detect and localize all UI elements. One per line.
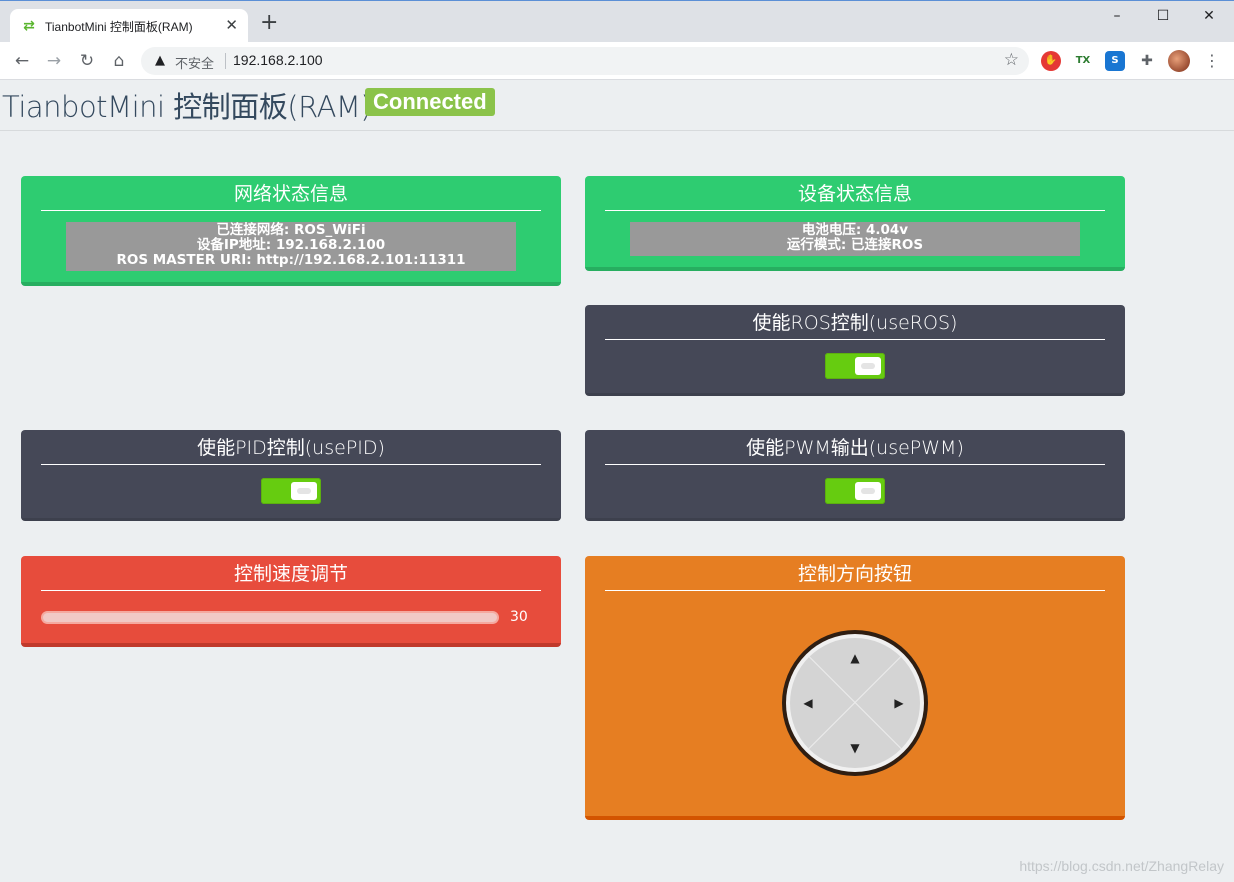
browser-toolbar: ← → ↻ ⌂ ▲ 不安全 192.168.2.100 ☆ ✋ TX S ✚ ⋮ — [0, 42, 1234, 80]
speed-slider[interactable] — [43, 613, 497, 622]
use-ros-panel: 使能ROS控制(useROS) — [585, 305, 1125, 396]
speed-control-panel: 控制速度调节 30 — [21, 556, 561, 647]
divider — [605, 590, 1105, 591]
browser-tab[interactable]: ⇄ TianbotMini 控制面板(RAM) ✕ — [10, 9, 248, 43]
device-info-box: 电池电压: 4.04v 运行模式: 已连接ROS — [630, 222, 1080, 256]
ros-master-uri-line: ROS MASTER URI: http://192.168.2.101:113… — [116, 252, 466, 268]
puzzle-extensions-icon[interactable]: ✚ — [1137, 51, 1157, 71]
run-mode-line: 运行模式: 已连接ROS — [786, 237, 924, 253]
speed-value: 30 — [510, 609, 528, 625]
direction-pad: ▲ ▼ ◀ ▶ — [782, 630, 928, 776]
minimize-button[interactable]: – — [1094, 1, 1140, 31]
toggle-knob — [855, 357, 881, 375]
reload-icon[interactable]: ↻ — [76, 50, 98, 72]
divider — [225, 53, 226, 69]
close-window-button[interactable]: ✕ — [1186, 1, 1232, 31]
panel-title: 设备状态信息 — [797, 183, 912, 205]
maximize-button[interactable]: ☐ — [1140, 1, 1186, 31]
use-pid-panel: 使能PID控制(usePID) — [21, 430, 561, 521]
address-bar[interactable]: ▲ 不安全 192.168.2.100 ☆ — [141, 47, 1029, 75]
up-arrow-button[interactable]: ▲ — [848, 652, 862, 664]
profile-avatar[interactable] — [1168, 50, 1190, 72]
divider — [41, 210, 541, 211]
new-tab-button[interactable]: + — [260, 12, 278, 34]
page-title: TianbotMini 控制面板(RAM) — [2, 90, 372, 124]
warning-icon[interactable]: ▲ — [151, 52, 169, 70]
network-name-line: 已连接网络: ROS_WiFi — [216, 222, 366, 238]
swap-arrows-icon: ⇄ — [23, 18, 35, 34]
panel-title: 控制速度调节 — [233, 563, 348, 585]
divider — [41, 464, 541, 465]
divider — [605, 464, 1105, 465]
panel-title: 使能ROS控制(useROS) — [752, 312, 958, 334]
use-pwm-toggle[interactable] — [825, 478, 885, 504]
use-pwm-panel: 使能PWM输出(usePWM) — [585, 430, 1125, 521]
divider — [41, 590, 541, 591]
forward-icon[interactable]: → — [43, 50, 65, 72]
divider — [605, 210, 1105, 211]
tab-strip: ⇄ TianbotMini 控制面板(RAM) ✕ + – ☐ ✕ — [0, 0, 1234, 43]
url-text[interactable]: 192.168.2.100 — [233, 52, 323, 68]
toggle-knob — [855, 482, 881, 500]
use-ros-toggle[interactable] — [825, 353, 885, 379]
menu-dots-icon[interactable]: ⋮ — [1201, 50, 1223, 72]
panel-title: 网络状态信息 — [233, 183, 348, 205]
adblock-extension-icon[interactable]: ✋ — [1041, 51, 1061, 71]
divider — [605, 339, 1105, 340]
s-extension-icon[interactable]: S — [1105, 51, 1125, 71]
down-arrow-button[interactable]: ▼ — [848, 742, 862, 754]
device-ip-line: 设备IP地址: 192.168.2.100 — [196, 237, 386, 253]
page-header: TianbotMini 控制面板(RAM) Connected — [0, 80, 1234, 131]
right-arrow-button[interactable]: ▶ — [892, 697, 906, 709]
panel-title: 使能PWM输出(usePWM) — [746, 437, 964, 459]
device-status-panel: 设备状态信息 电池电压: 4.04v 运行模式: 已连接ROS — [585, 176, 1125, 271]
use-pid-toggle[interactable] — [261, 478, 321, 504]
tab-close-icon[interactable]: ✕ — [225, 16, 238, 34]
watermark: https://blog.csdn.net/ZhangRelay — [1019, 858, 1224, 874]
tab-title: TianbotMini 控制面板(RAM) — [45, 20, 193, 34]
network-status-panel: 网络状态信息 已连接网络: ROS_WiFi 设备IP地址: 192.168.2… — [21, 176, 561, 286]
security-label[interactable]: 不安全 — [175, 53, 214, 72]
panel-title: 使能PID控制(usePID) — [197, 437, 385, 459]
panel-title: 控制方向按钮 — [797, 563, 912, 585]
tex-extension-icon[interactable]: TX — [1073, 51, 1093, 71]
battery-voltage-line: 电池电压: 4.04v — [801, 222, 909, 238]
left-arrow-button[interactable]: ◀ — [801, 697, 815, 709]
bookmark-star-icon[interactable]: ☆ — [1004, 50, 1019, 70]
back-icon[interactable]: ← — [11, 50, 33, 72]
home-icon[interactable]: ⌂ — [108, 50, 130, 72]
status-badge: Connected — [365, 88, 495, 116]
network-info-box: 已连接网络: ROS_WiFi 设备IP地址: 192.168.2.100 RO… — [66, 222, 516, 271]
toggle-knob — [291, 482, 317, 500]
direction-control-panel: 控制方向按钮 ▲ ▼ ◀ ▶ — [585, 556, 1125, 820]
